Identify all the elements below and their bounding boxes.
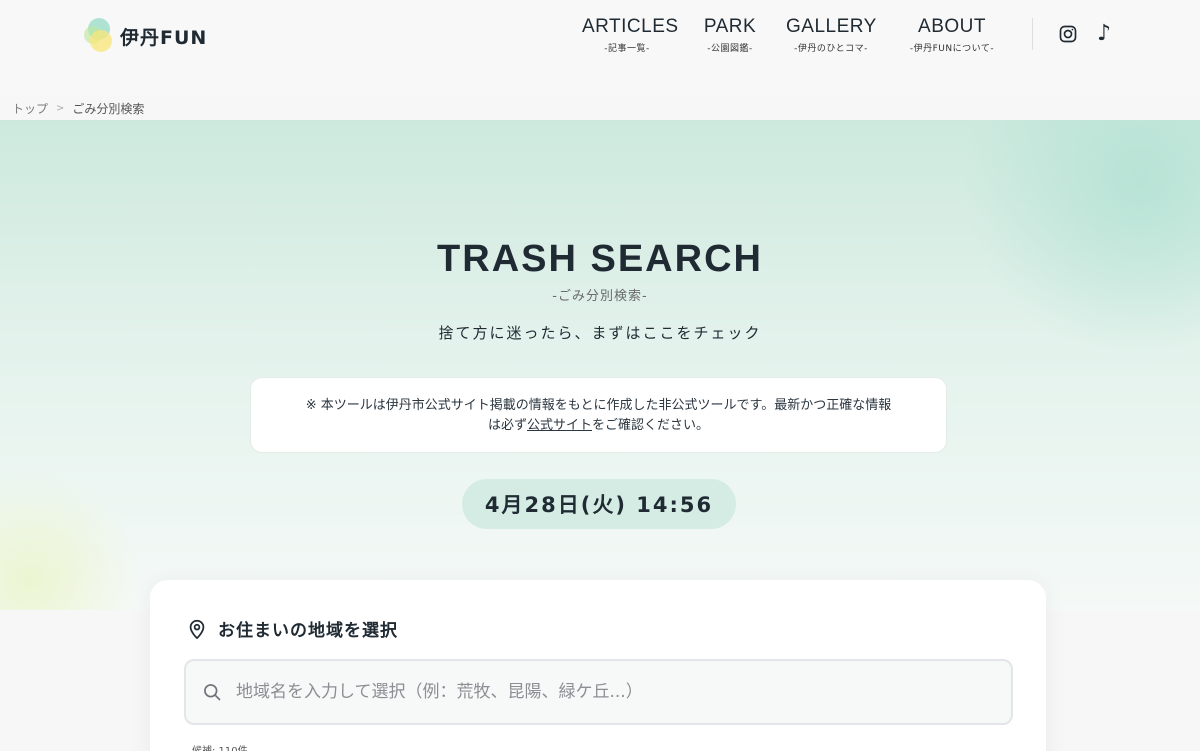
nav-item-label: ARTICLES — [582, 16, 679, 37]
page-title: TRASH SEARCH — [437, 238, 763, 280]
hero-section: TRASH SEARCH -ごみ分別検索- 捨て方に迷ったら、まずはここをチェッ… — [0, 120, 1200, 610]
nav-item-sublabel: -伊丹FUNについて- — [909, 44, 995, 54]
nav-item-sublabel: -記事一覧- — [604, 44, 650, 54]
region-search-input[interactable] — [236, 682, 996, 702]
nav-item-label: PARK — [703, 16, 757, 37]
main-nav: ARTICLES -記事一覧- PARK -公園図鑑- GALLERY -伊丹の… — [0, 16, 1200, 60]
current-datetime-badge: 4月28日(火) 14:56 — [462, 479, 736, 529]
map-pin-icon — [189, 619, 205, 639]
nav-item-park[interactable]: PARK -公園図鑑- — [700, 16, 760, 54]
instagram-link[interactable] — [1056, 22, 1080, 46]
region-select-card: お住まいの地域を選択 候補: 110件 — [150, 580, 1046, 751]
notice-line-2-suffix: をご確認ください。 — [592, 418, 710, 433]
nav-item-label: ABOUT — [918, 16, 986, 37]
tiktok-icon: ♪ — [1096, 21, 1112, 46]
nav-item-label: GALLERY — [786, 16, 877, 37]
site-header: 伊丹FUN ARTICLES -記事一覧- PARK -公園図鑑- GALLER… — [0, 0, 1200, 96]
region-card-header: お住まいの地域を選択 — [186, 616, 398, 641]
nav-item-about[interactable]: ABOUT -伊丹FUNについて- — [902, 16, 1002, 54]
region-card-title: お住まいの地域を選択 — [218, 621, 398, 641]
breadcrumb-current: ごみ分別検索 — [72, 102, 145, 116]
breadcrumb: トップ > ごみ分別検索 — [12, 100, 144, 117]
disclaimer-notice: ※ 本ツールは伊丹市公式サイト掲載の情報をもとに作成した非公式ツールです。最新か… — [250, 377, 947, 453]
page-tagline: 捨て方に迷ったら、まずはここをチェック — [438, 324, 762, 342]
candidate-count: 候補: 110件 — [192, 742, 248, 751]
breadcrumb-separator: > — [56, 103, 65, 114]
nav-item-sublabel: -公園図鑑- — [707, 44, 753, 54]
instagram-icon — [1059, 25, 1077, 43]
page-subtitle: -ごみ分別検索- — [552, 289, 648, 304]
region-search-box[interactable] — [184, 659, 1013, 725]
nav-item-articles[interactable]: ARTICLES -記事一覧- — [582, 16, 679, 54]
search-icon — [204, 684, 221, 701]
official-site-link[interactable]: 公式サイト — [527, 418, 592, 433]
breadcrumb-home[interactable]: トップ — [12, 100, 48, 117]
nav-item-gallery[interactable]: GALLERY -伊丹のひとコマ- — [786, 16, 876, 54]
nav-item-sublabel: -伊丹のひとコマ- — [794, 44, 868, 54]
notice-line-2-prefix: は必ず — [487, 418, 527, 433]
tiktok-link[interactable]: ♪ — [1092, 22, 1116, 46]
notice-line-1: ※ 本ツールは伊丹市公式サイト掲載の情報をもとに作成した非公式ツールです。最新か… — [305, 398, 892, 413]
nav-divider — [1032, 18, 1033, 50]
